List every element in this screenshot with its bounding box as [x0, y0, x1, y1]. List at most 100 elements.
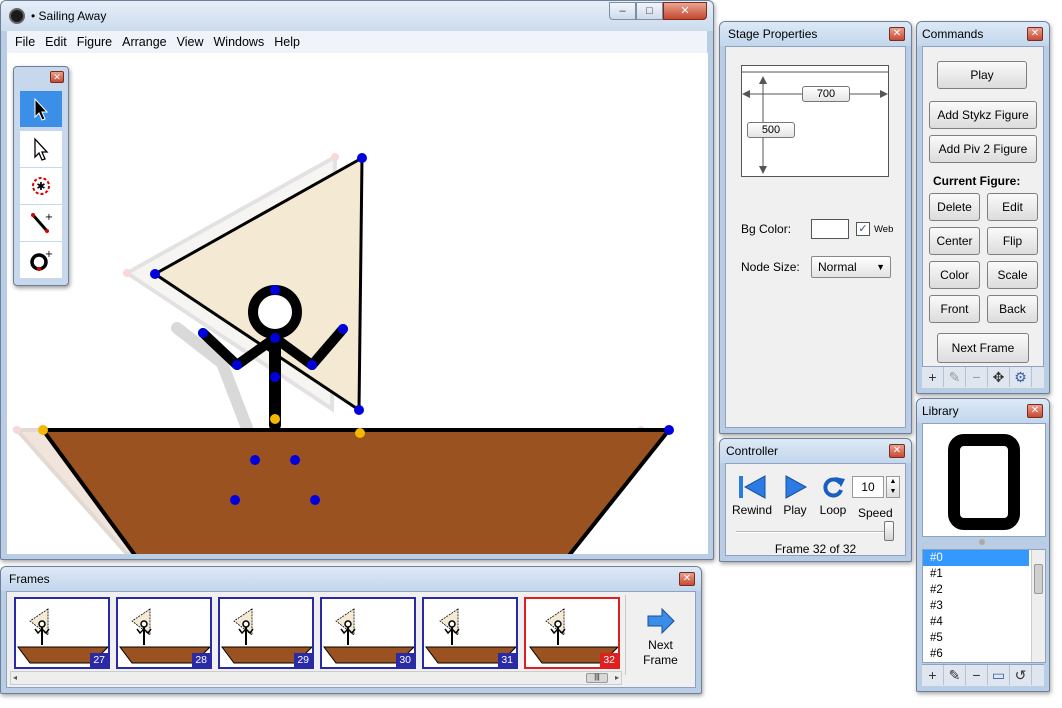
node-select-arrow-icon — [34, 137, 49, 161]
delete-figure-button[interactable]: Delete — [929, 193, 980, 221]
play-button[interactable]: Play — [937, 61, 1027, 89]
minus-icon[interactable]: − — [966, 367, 988, 387]
commands-title-bar[interactable]: Commands ✕ — [917, 22, 1049, 46]
library-item[interactable]: #1 — [923, 566, 1029, 582]
frames-title-bar[interactable]: Frames ✕ — [1, 567, 701, 591]
controller-title-bar[interactable]: Controller ✕ — [720, 439, 911, 463]
stage-width-field[interactable]: 700 — [802, 86, 850, 102]
library-item[interactable]: #5 — [923, 630, 1029, 646]
frames-close-button[interactable]: ✕ — [679, 572, 695, 586]
next-frame-command-button[interactable]: Next Frame — [937, 333, 1029, 363]
menu-help[interactable]: Help — [274, 35, 300, 49]
sail[interactable] — [152, 155, 364, 413]
animation-stage[interactable] — [7, 53, 708, 554]
library-item[interactable]: #2 — [923, 582, 1029, 598]
gear-icon[interactable]: ⚙ — [1010, 367, 1032, 387]
menu-file[interactable]: File — [15, 35, 35, 49]
front-figure-button[interactable]: Front — [929, 295, 980, 323]
frame-thumbnail-31[interactable]: 31 — [422, 597, 518, 669]
library-item[interactable]: #0 — [923, 550, 1029, 566]
loop-button[interactable]: Loop — [816, 474, 850, 524]
move-icon[interactable]: ✥ — [988, 367, 1010, 387]
speed-stepper[interactable]: ▲ ▼ — [886, 476, 900, 498]
boat-hull[interactable] — [39, 428, 674, 554]
tool-node-select[interactable] — [20, 131, 62, 167]
controller-play-button[interactable]: Play — [778, 474, 812, 524]
next-frame-button[interactable]: Next Frame — [625, 595, 695, 675]
add-line-icon: + — [31, 212, 53, 233]
menu-windows[interactable]: Windows — [214, 35, 265, 49]
frames-scroll-thumb[interactable]: ||| — [586, 673, 608, 683]
library-scroll-thumb[interactable] — [1034, 564, 1043, 594]
pencil-icon[interactable]: ✎ — [944, 665, 966, 685]
tool-select[interactable] — [20, 91, 62, 127]
frame-thumbnail-32[interactable]: 32 — [524, 597, 620, 669]
library-item[interactable]: #3 — [923, 598, 1029, 614]
library-item[interactable]: #6 — [923, 646, 1029, 662]
frame-thumbnail-27[interactable]: 27 — [14, 597, 110, 669]
frame-thumbnail-29[interactable]: 29 — [218, 597, 314, 669]
tools-close-button[interactable]: ✕ — [50, 71, 64, 83]
minus-icon[interactable]: − — [966, 665, 988, 685]
library-list[interactable]: #0 #1 #2 #3 #4 #5 #6 — [922, 549, 1046, 663]
caption-buttons: – □ ✕ — [609, 2, 707, 20]
splitter-handle[interactable] — [979, 539, 985, 545]
frames-title: Frames — [9, 572, 50, 586]
commands-close-button[interactable]: ✕ — [1027, 27, 1043, 41]
close-window-button[interactable]: ✕ — [663, 2, 707, 20]
controller-close-button[interactable]: ✕ — [889, 444, 905, 458]
frame-thumbnail-28[interactable]: 28 — [116, 597, 212, 669]
add-stykz-figure-button[interactable]: Add Stykz Figure — [929, 101, 1037, 129]
rewind-icon — [739, 475, 766, 499]
tool-center-node[interactable]: ✱ — [20, 168, 62, 204]
back-figure-button[interactable]: Back — [987, 295, 1038, 323]
library-figure-preview — [948, 434, 1020, 530]
app-logo-icon — [9, 8, 25, 24]
frames-panel: Frames ✕ 27 28 29 30 31 32 Next Frame ◂ … — [0, 566, 702, 694]
color-figure-button[interactable]: Color — [929, 261, 980, 289]
scroll-right-icon[interactable]: ▸ — [615, 673, 619, 682]
refresh-icon[interactable]: ↺ — [1010, 665, 1032, 685]
main-title-bar[interactable]: • Sailing Away – □ ✕ — [1, 1, 713, 31]
scale-figure-button[interactable]: Scale — [987, 261, 1038, 289]
node-size-select[interactable]: Normal ▼ — [811, 256, 891, 278]
stage-canvas[interactable] — [7, 53, 708, 554]
pencil-icon[interactable]: ✎ — [944, 367, 966, 387]
add-piv2-figure-button[interactable]: Add Piv 2 Figure — [929, 135, 1037, 163]
frame-slider-thumb[interactable] — [884, 521, 894, 541]
library-item[interactable]: #4 — [923, 614, 1029, 630]
bg-color-swatch[interactable] — [811, 219, 849, 239]
controller-panel: Controller ✕ Rewind Play Loop 10 ▲ ▼ Spee… — [719, 438, 912, 562]
folder-icon[interactable]: ▭ — [988, 665, 1010, 685]
library-scrollbar[interactable] — [1031, 550, 1045, 662]
edit-figure-button[interactable]: Edit — [987, 193, 1038, 221]
center-figure-button[interactable]: Center — [929, 227, 980, 255]
rewind-label: Rewind — [732, 503, 773, 517]
plus-icon[interactable]: + — [922, 367, 944, 387]
stage-properties-close-button[interactable]: ✕ — [889, 27, 905, 41]
speed-input[interactable]: 10 — [852, 476, 884, 498]
node-size-label: Node Size: — [741, 260, 800, 274]
library-title: Library — [922, 404, 959, 418]
web-color-checkbox[interactable]: ✓ — [856, 222, 870, 236]
tool-add-circle[interactable]: + — [20, 242, 62, 278]
frame-slider-track[interactable] — [736, 531, 894, 533]
menu-view[interactable]: View — [177, 35, 204, 49]
tool-add-line[interactable]: + — [20, 205, 62, 241]
library-title-bar[interactable]: Library ✕ — [917, 399, 1049, 423]
menu-arrange[interactable]: Arrange — [122, 35, 166, 49]
library-close-button[interactable]: ✕ — [1027, 404, 1043, 418]
stage-properties-title-bar[interactable]: Stage Properties ✕ — [720, 22, 911, 46]
frame-thumbnail-30[interactable]: 30 — [320, 597, 416, 669]
minimize-button[interactable]: – — [609, 2, 636, 20]
node-size-value: Normal — [818, 260, 857, 274]
maximize-button[interactable]: □ — [636, 2, 663, 20]
stage-height-field[interactable]: 500 — [747, 122, 795, 138]
flip-figure-button[interactable]: Flip — [987, 227, 1038, 255]
frames-scrollbar[interactable]: ◂ ||| ▸ — [10, 671, 622, 685]
menu-figure[interactable]: Figure — [77, 35, 112, 49]
plus-icon[interactable]: + — [922, 665, 944, 685]
scroll-left-icon[interactable]: ◂ — [13, 673, 17, 682]
rewind-button[interactable]: Rewind — [732, 474, 772, 524]
menu-edit[interactable]: Edit — [45, 35, 67, 49]
